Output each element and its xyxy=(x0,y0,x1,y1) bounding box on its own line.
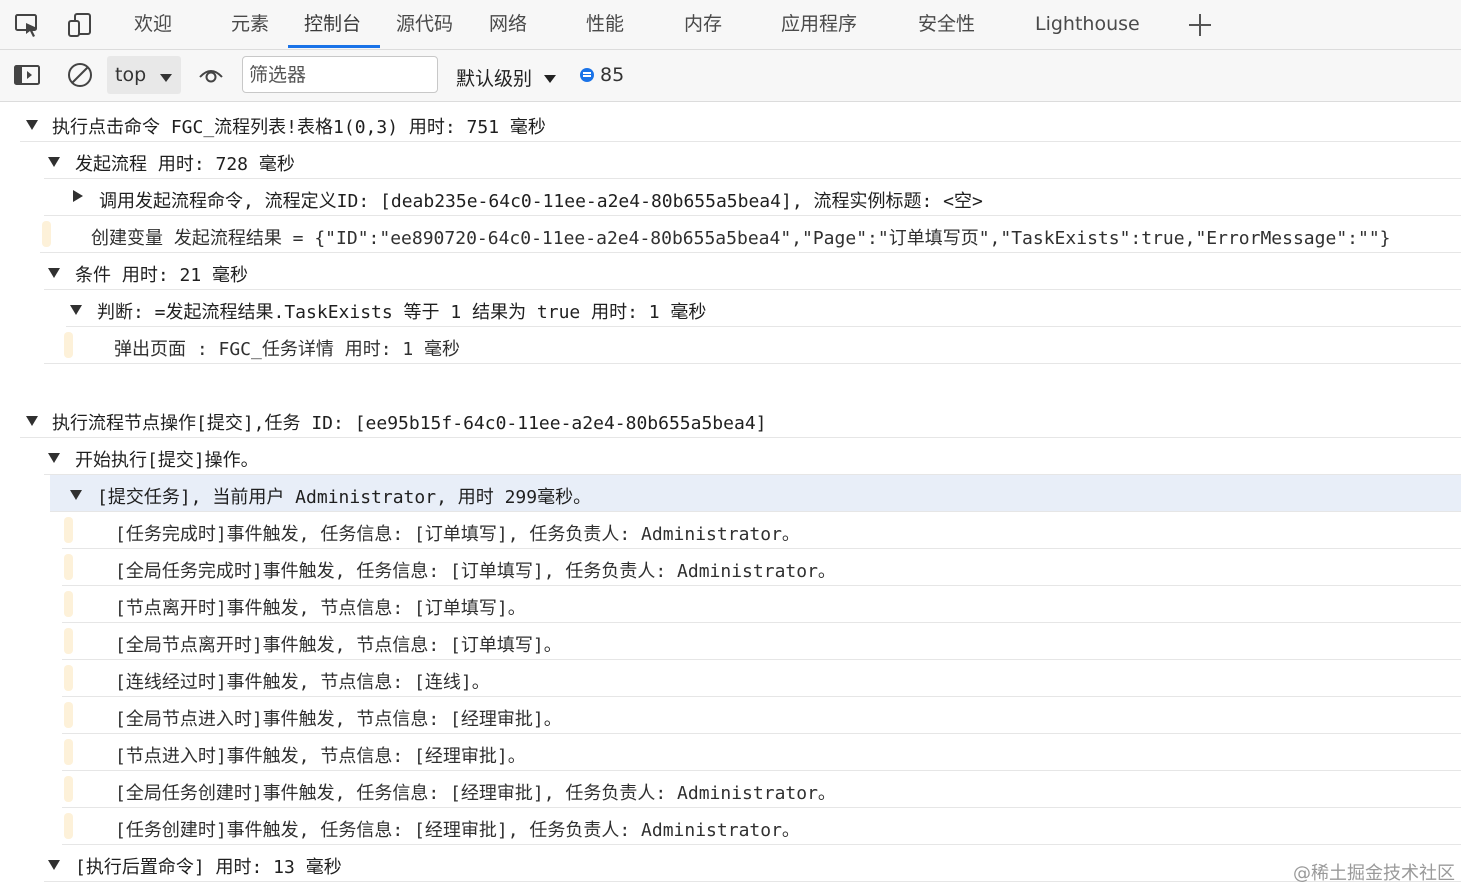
group-label: [提交任务], 当前用户 Administrator, 用时 299毫秒。 xyxy=(97,487,592,508)
tab-memory[interactable]: 内存 xyxy=(684,0,722,48)
console-group-row[interactable]: 调用发起流程命令, 流程定义ID: [deab235e-64c0-11ee-a2… xyxy=(44,179,1461,216)
log-text: [全局节点离开时]事件触发, 节点信息: [订单填写]。 xyxy=(115,635,562,656)
tab-performance[interactable]: 性能 xyxy=(586,0,624,48)
group-label: 执行点击命令 FGC_流程列表!表格1(0,3) 用时: 751 毫秒 xyxy=(52,117,546,138)
console-group-row[interactable]: 条件 用时: 21 毫秒 xyxy=(44,253,1461,290)
log-text: [节点进入时]事件触发, 节点信息: [经理审批]。 xyxy=(115,746,526,767)
tab-network[interactable]: 网络 xyxy=(489,0,527,48)
message-bubble-icon xyxy=(580,68,594,82)
log-indent-bar xyxy=(42,221,51,247)
console-log-row: 弹出页面 : FGC_任务详情 用时: 1 毫秒 xyxy=(44,327,1461,364)
tab-application[interactable]: 应用程序 xyxy=(781,0,857,48)
group-label: 调用发起流程命令, 流程定义ID: [deab235e-64c0-11ee-a2… xyxy=(99,191,983,212)
console-log-row: [任务创建时]事件触发, 任务信息: [经理审批], 任务负责人: Admini… xyxy=(62,808,1461,845)
log-text: 创建变量 发起流程结果 = {"ID":"ee890720-64c0-11ee-… xyxy=(91,228,1391,249)
tab-security[interactable]: 安全性 xyxy=(918,0,975,48)
console-group-row[interactable]: [执行后置命令] 用时: 13 毫秒 xyxy=(44,845,1461,882)
log-levels-dropdown[interactable]: 默认级别 xyxy=(456,64,532,91)
log-text: [节点离开时]事件触发, 节点信息: [订单填写]。 xyxy=(115,598,526,619)
clear-console-icon[interactable] xyxy=(64,59,96,91)
console-group-row[interactable]: 执行流程节点操作[提交],任务 ID: [ee95b15f-64c0-11ee-… xyxy=(20,401,1461,438)
chevron-down-icon xyxy=(159,68,173,87)
group-label: 判断: =发起流程结果.TaskExists 等于 1 结果为 true 用时:… xyxy=(97,302,707,323)
group-label: 发起流程 用时: 728 毫秒 xyxy=(75,154,295,175)
expand-triangle-icon[interactable] xyxy=(26,120,38,130)
devtools-tab-bar: 欢迎 元素 控制台 源代码 网络 性能 内存 应用程序 安全性 Lighthou… xyxy=(0,0,1461,50)
issues-counter[interactable]: 85 xyxy=(580,64,624,86)
console-log-row: [节点离开时]事件触发, 节点信息: [订单填写]。 xyxy=(62,586,1461,623)
expand-triangle-icon[interactable] xyxy=(70,305,82,315)
log-indent-bar xyxy=(64,739,73,765)
expand-triangle-icon[interactable] xyxy=(48,453,60,463)
console-log-row: [连线经过时]事件触发, 节点信息: [连线]。 xyxy=(62,660,1461,697)
console-log-row: [全局任务创建时]事件触发, 任务信息: [经理审批], 任务负责人: Admi… xyxy=(62,771,1461,808)
log-indent-bar xyxy=(64,332,73,358)
console-group-row[interactable]: 判断: =发起流程结果.TaskExists 等于 1 结果为 true 用时:… xyxy=(66,290,1461,327)
console-toolbar: top 默认级别 85 xyxy=(0,50,1461,102)
tab-elements[interactable]: 元素 xyxy=(231,0,269,48)
log-text: [连线经过时]事件触发, 节点信息: [连线]。 xyxy=(115,672,490,693)
inspect-element-icon[interactable] xyxy=(11,9,43,41)
add-tab-icon[interactable] xyxy=(1184,9,1216,41)
expand-triangle-icon[interactable] xyxy=(70,490,82,500)
group-label: 条件 用时: 21 毫秒 xyxy=(75,265,249,286)
console-group-row[interactable]: 开始执行[提交]操作。 xyxy=(44,438,1461,475)
console-log-row: [全局任务完成时]事件触发, 任务信息: [订单填写], 任务负责人: Admi… xyxy=(62,549,1461,586)
console-log-row: [全局节点离开时]事件触发, 节点信息: [订单填写]。 xyxy=(62,623,1461,660)
watermark: @稀土掘金技术社区 xyxy=(1293,863,1455,884)
console-log-row: 创建变量 发起流程结果 = {"ID":"ee890720-64c0-11ee-… xyxy=(40,216,1461,253)
group-label: [执行后置命令] 用时: 13 毫秒 xyxy=(75,857,342,878)
log-indent-bar xyxy=(64,665,73,691)
log-indent-bar xyxy=(64,813,73,839)
log-text: [全局节点进入时]事件触发, 节点信息: [经理审批]。 xyxy=(115,709,562,730)
expand-triangle-icon[interactable] xyxy=(26,416,38,426)
collapsed-triangle-icon[interactable] xyxy=(73,190,83,202)
log-text: [全局任务创建时]事件触发, 任务信息: [经理审批], 任务负责人: Admi… xyxy=(115,783,836,804)
log-text: [全局任务完成时]事件触发, 任务信息: [订单填写], 任务负责人: Admi… xyxy=(115,561,836,582)
context-selector[interactable]: top xyxy=(107,56,181,94)
message-count: 85 xyxy=(600,64,625,86)
group-label: 开始执行[提交]操作。 xyxy=(75,450,259,471)
tab-lighthouse[interactable]: Lighthouse xyxy=(1035,0,1140,48)
console-log-row: [任务完成时]事件触发, 任务信息: [订单填写], 任务负责人: Admini… xyxy=(62,512,1461,549)
sidebar-toggle-icon[interactable] xyxy=(11,59,43,91)
log-indent-bar xyxy=(64,628,73,654)
context-value: top xyxy=(115,64,147,86)
console-group-row-selected[interactable]: [提交任务], 当前用户 Administrator, 用时 299毫秒。 xyxy=(50,475,1461,512)
console-log-row: [全局节点进入时]事件触发, 节点信息: [经理审批]。 xyxy=(62,697,1461,734)
device-emulation-icon[interactable] xyxy=(64,9,96,41)
filter-input[interactable] xyxy=(242,56,438,93)
console-group-row[interactable]: 执行点击命令 FGC_流程列表!表格1(0,3) 用时: 751 毫秒 xyxy=(20,105,1461,142)
tab-sources[interactable]: 源代码 xyxy=(396,0,453,48)
tab-welcome[interactable]: 欢迎 xyxy=(134,0,172,48)
console-messages: 执行点击命令 FGC_流程列表!表格1(0,3) 用时: 751 毫秒 发起流程… xyxy=(0,102,1461,891)
console-group-row[interactable]: 发起流程 用时: 728 毫秒 xyxy=(44,142,1461,179)
log-indent-bar xyxy=(64,776,73,802)
levels-chevron-down-icon xyxy=(543,69,557,88)
log-text: [任务完成时]事件触发, 任务信息: [订单填写], 任务负责人: Admini… xyxy=(115,524,800,545)
expand-triangle-icon[interactable] xyxy=(48,268,60,278)
tab-console[interactable]: 控制台 xyxy=(304,0,361,48)
log-indent-bar xyxy=(64,554,73,580)
active-tab-indicator xyxy=(288,45,380,48)
group-label: 执行流程节点操作[提交],任务 ID: [ee95b15f-64c0-11ee-… xyxy=(52,413,767,434)
log-indent-bar xyxy=(64,702,73,728)
log-text: 弹出页面 : FGC_任务详情 用时: 1 毫秒 xyxy=(114,339,461,360)
expand-triangle-icon[interactable] xyxy=(48,157,60,167)
log-text: [任务创建时]事件触发, 任务信息: [经理审批], 任务负责人: Admini… xyxy=(115,820,800,841)
expand-triangle-icon[interactable] xyxy=(48,860,60,870)
console-log-row: [节点进入时]事件触发, 节点信息: [经理审批]。 xyxy=(62,734,1461,771)
log-indent-bar xyxy=(64,517,73,543)
log-indent-bar xyxy=(64,591,73,617)
live-expression-eye-icon[interactable] xyxy=(195,59,227,91)
